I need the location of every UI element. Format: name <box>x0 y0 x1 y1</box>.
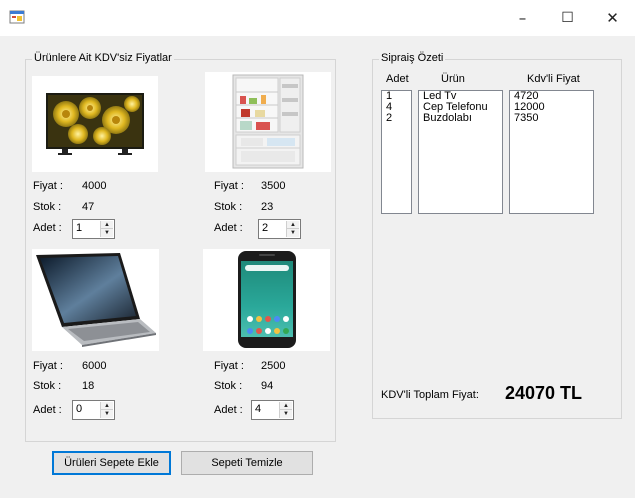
product-3-price-label: Fiyat : <box>33 360 63 372</box>
app-icon <box>9 10 25 24</box>
product-3-qty-label: Adet : <box>33 404 62 416</box>
product-2-qty-spin: ▲ ▼ <box>286 221 299 237</box>
product-2-stock-label: Stok : <box>214 201 243 213</box>
minimize-button[interactable]: – <box>500 0 545 36</box>
laptop-image <box>32 249 159 351</box>
title-bar: – ☐ ✕ <box>0 0 635 36</box>
add-to-cart-button[interactable]: Ürüleri Sepete Ekle <box>52 451 171 475</box>
product-3-stock-label: Stok : <box>33 380 62 392</box>
product-2-price-label: Fiyat : <box>214 180 244 192</box>
product-1-qty-spin: ▲ ▼ <box>100 221 113 237</box>
clear-cart-button[interactable]: Sepeti Temizle <box>181 451 313 475</box>
form-client-area: Ürünlere Ait KDV'siz Fiyatlar Fiyat: 40… <box>0 36 635 498</box>
product-1-price-label: Fiyat : <box>33 180 63 192</box>
total-price-value: 24070 TL <box>505 383 583 403</box>
summary-price-header: Kdv'li Fiyat <box>527 73 580 85</box>
product-1-stock-value: 47 <box>82 201 95 213</box>
product-4-qty-stepper[interactable]: 4 ▲ ▼ <box>251 400 294 420</box>
product-3-qty-value[interactable]: 0 <box>76 403 82 415</box>
order-summary-title: Sipraiş Özeti <box>379 52 446 64</box>
summary-product-list[interactable]: Led Tv Cep Telefonu Buzdolabı <box>418 90 503 214</box>
product-3-stock-value: 18 <box>82 380 95 392</box>
total-price-label: KDV'li Toplam Fiyat: <box>381 389 479 401</box>
maximize-button[interactable]: ☐ <box>545 0 590 36</box>
refrigerator-image <box>205 72 331 172</box>
product-1-price-value: 4000 <box>82 180 107 192</box>
phone-image <box>203 249 330 351</box>
spin-down-icon[interactable]: ▼ <box>101 229 113 237</box>
product-4-stock-label: Stok : <box>214 380 243 392</box>
product-2-qty-label: Adet : <box>214 222 243 234</box>
summary-price-list[interactable]: 4720 12000 7350 <box>509 90 594 214</box>
spin-up-icon[interactable]: ▲ <box>101 221 113 229</box>
product-4-qty-spin: ▲ ▼ <box>279 402 292 418</box>
product-4-qty-label: Adet : <box>214 404 243 416</box>
products-group-title: Ürünlere Ait KDV'siz Fiyatlar <box>32 52 174 64</box>
product-1-stock-label: Stok : <box>33 201 62 213</box>
spin-down-icon[interactable]: ▼ <box>280 410 292 418</box>
product-4-price-value: 2500 <box>261 360 286 372</box>
spin-up-icon[interactable]: ▲ <box>101 402 113 410</box>
spin-down-icon[interactable]: ▼ <box>287 229 299 237</box>
list-item[interactable]: 2 <box>382 113 411 124</box>
close-button[interactable]: ✕ <box>590 0 635 36</box>
product-2-qty-stepper[interactable]: 2 ▲ ▼ <box>258 219 301 239</box>
product-3-qty-spin: ▲ ▼ <box>100 402 113 418</box>
product-3-price-value: 6000 <box>82 360 107 372</box>
product-4-price-label: Fiyat : <box>214 360 244 372</box>
product-1-qty-value[interactable]: 1 <box>76 222 82 234</box>
list-item[interactable]: Buzdolabı <box>419 113 502 124</box>
tv-image <box>32 76 158 172</box>
spin-up-icon[interactable]: ▲ <box>280 402 292 410</box>
product-4-stock-value: 94 <box>261 380 274 392</box>
product-2-stock-value: 23 <box>261 201 274 213</box>
list-item[interactable]: 7350 <box>510 113 593 124</box>
spin-down-icon[interactable]: ▼ <box>101 410 113 418</box>
summary-qty-header: Adet <box>386 73 409 85</box>
spin-up-icon[interactable]: ▲ <box>287 221 299 229</box>
product-1-qty-label: Adet : <box>33 222 62 234</box>
product-2-price-value: 3500 <box>261 180 286 192</box>
product-1-qty-stepper[interactable]: 1 ▲ ▼ <box>72 219 115 239</box>
summary-qty-list[interactable]: 1 4 2 <box>381 90 412 214</box>
summary-product-header: Ürün <box>441 73 465 85</box>
product-3-qty-stepper[interactable]: 0 ▲ ▼ <box>72 400 115 420</box>
product-2-qty-value[interactable]: 2 <box>262 222 268 234</box>
product-4-qty-value[interactable]: 4 <box>255 403 261 415</box>
